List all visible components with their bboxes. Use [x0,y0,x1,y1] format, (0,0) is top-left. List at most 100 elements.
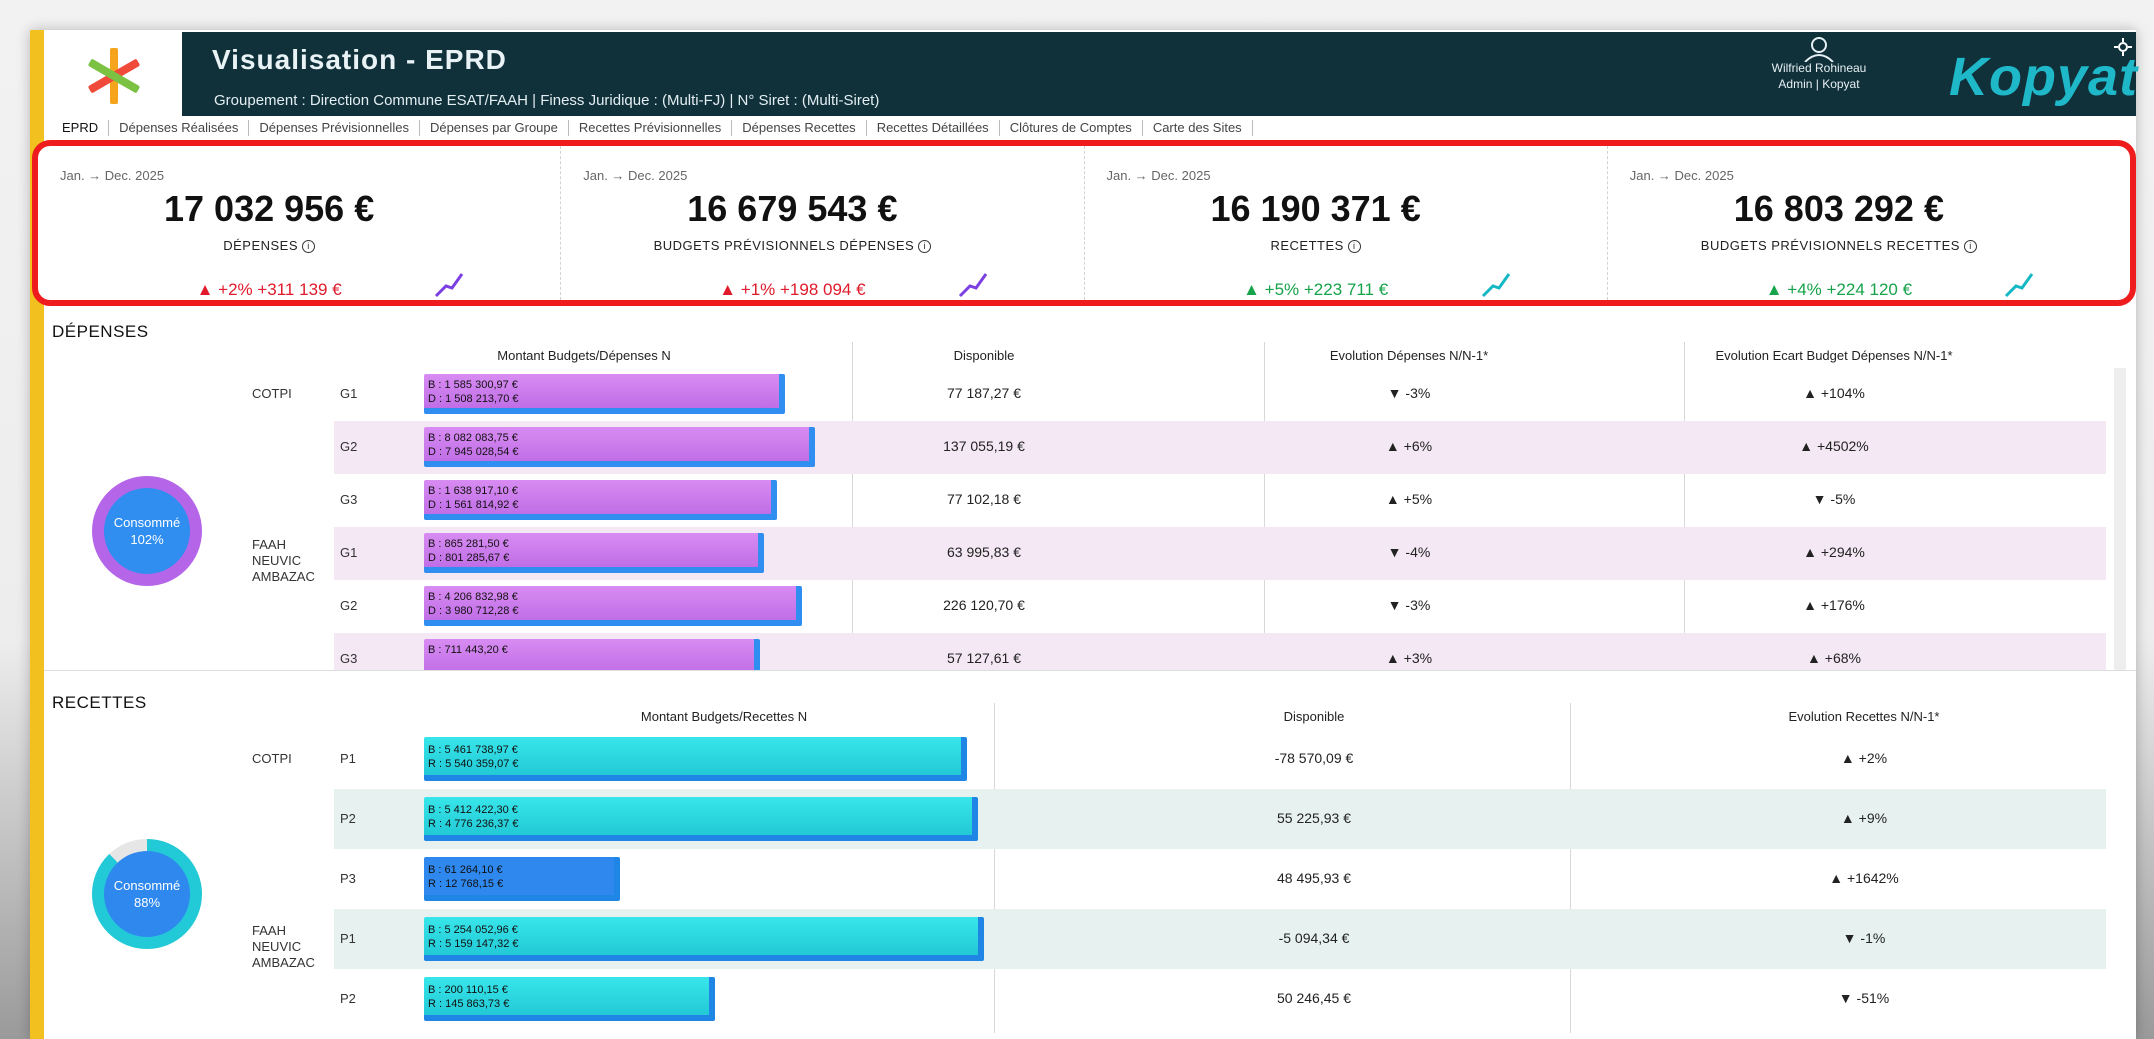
header-bar: Visualisation - EPRD Groupement : Direct… [44,32,2137,116]
evolution-text: +1642% [1846,870,1899,886]
bar-label: B : 1 638 917,10 € D : 1 561 814,92 € [428,484,519,512]
sparkline-icon [435,273,464,298]
evolution-text: +6% [1403,438,1433,454]
gauge-value: 88% [133,895,161,910]
arrow-up-icon: ▲ [1243,280,1265,299]
bar-label: B : 5 254 052,96 € R : 5 159 147,32 € [428,923,519,951]
ecart-text: +68% [1824,650,1861,666]
budget-amount: B : 711 443,20 € [428,644,508,656]
arrow-down-icon: ▼ [1838,990,1857,1006]
recette-amount: R : 145 863,73 € [428,998,510,1010]
row-code: G3 [340,651,358,666]
kpi-delta: ▲ +1% +198 094 € [561,280,1023,300]
user-info[interactable]: Wilfried Rohineau Admin | Kopyat [1734,60,1904,92]
tab-recettes-previsionnelles[interactable]: Recettes Prévisionnelles [569,120,733,136]
tab-carte-sites[interactable]: Carte des Sites [1143,120,1253,136]
disponible-value: 226 120,70 € [943,597,1025,613]
evolution-value: ▼ -3% [1244,385,1574,401]
vertical-scrollbar[interactable] [2114,368,2126,678]
info-icon[interactable]: i [1963,240,1977,254]
gear-icon[interactable] [2114,38,2132,56]
ecart-value: ▲ +4502% [1664,438,2004,454]
arrow-up-icon: ▲ [1840,750,1859,766]
ecart-value: ▲ +294% [1664,544,2004,560]
page-subtitle: Groupement : Direction Commune ESAT/FAAH… [214,92,880,109]
consumption-gauge: Consommé 102% [92,476,202,586]
kpi-label: BUDGETS PRÉVISIONNELS RECETTES i [1608,238,2070,254]
kpi-label-text: RECETTES [1270,238,1344,253]
arrow-up-icon: ▲ [1807,650,1825,666]
depenses-title: DÉPENSES [52,322,149,341]
logo-icon [88,48,140,104]
arrow-up-icon: ▲ [1803,385,1821,401]
kpi-value: 17 032 956 € [164,188,375,229]
kpi-label-text: BUDGETS PRÉVISIONNELS DÉPENSES [653,238,915,253]
disponible-value: 137 055,19 € [943,438,1025,454]
kpi-label-text: BUDGETS PRÉVISIONNELS RECETTES [1700,238,1960,253]
tab-depenses-groupe[interactable]: Dépenses par Groupe [420,120,569,136]
column-header: Evolution Dépenses N/N-1* [1329,348,1489,363]
row-code: P1 [340,931,356,946]
kpi-period: Jan. → Dec. 2025 [583,168,688,183]
arrow-down-icon: ▼ [1387,544,1406,560]
info-icon[interactable]: i [1347,240,1361,254]
ecart-value: ▼ -5% [1664,491,2004,507]
disponible-value: 77 187,27 € [947,385,1021,401]
evolution-text: -3% [1405,385,1431,401]
bar-label: B : 865 281,50 € D : 801 285,67 € [428,537,509,565]
tab-recettes-detaillees[interactable]: Recettes Détaillées [867,120,1000,136]
kpi-delta-text: +1% +198 094 € [740,280,866,299]
row-code: P1 [340,751,356,766]
kpi-period: Jan. → Dec. 2025 [1106,168,1211,183]
bar-label: B : 4 206 832,98 € D : 3 980 712,28 € [428,590,519,618]
evolution-value: ▼ -51% [1604,990,2124,1006]
recette-amount: R : 5 159 147,32 € [428,938,519,950]
evolution-text: -1% [1860,930,1886,946]
arrow-down-icon: ▼ [1387,385,1406,401]
tab-eprd[interactable]: EPRD [52,120,110,136]
disponible-value: 57 127,61 € [947,650,1021,666]
info-icon[interactable]: i [918,240,932,254]
tab-clotures[interactable]: Clôtures de Comptes [1000,120,1143,136]
row-code: G1 [340,386,358,401]
bar-label: B : 1 585 300,97 € D : 1 508 213,70 € [428,378,519,406]
recettes-title: RECETTES [52,693,147,712]
tab-depenses-previsionnelles[interactable]: Dépenses Prévisionnelles [249,120,420,136]
group-label: FAAH NEUVIC AMBAZAC [252,537,315,584]
evolution-text: +5% [1403,491,1433,507]
bar-label: B : 200 110,15 € R : 145 863,73 € [428,983,509,1011]
kpi-delta: ▲ +5% +223 711 € [1085,280,1547,300]
kpi-delta-text: +5% +223 711 € [1264,280,1389,299]
row-code: G3 [340,492,358,507]
ecart-text: +4502% [1816,438,1869,454]
info-icon[interactable]: i [302,240,316,254]
row-code: P2 [340,811,356,826]
kpi-card[interactable]: Jan. → Dec. 2025 16 803 292 € BUDGETS PRÉV… [1608,146,2130,300]
arrow-up-icon: ▲ [1385,491,1404,507]
evolution-value: ▼ -1% [1604,930,2124,946]
arrow-down-icon: ▼ [1842,930,1861,946]
kpi-card[interactable]: Jan. → Dec. 2025 16 190 371 € RECETTES i ▲ +… [1085,146,1608,300]
evolution-value: ▲ +5% [1244,491,1574,507]
kpi-card[interactable]: Jan. → Dec. 2025 17 032 956 € DÉPENSES i ▲ +… [38,146,562,300]
kpi-card[interactable]: Jan. → Dec. 2025 16 679 543 € BUDGETS PRÉV… [561,146,1085,300]
budget-amount: B : 5 412 422,30 € [428,804,518,816]
gauge-text: Consommé 88% [92,877,202,911]
budget-amount: B : 61 264,10 € [428,864,503,876]
bar-label: B : 5 461 738,97 € R : 5 540 359,07 € [428,743,519,771]
evolution-value: ▲ +1642% [1604,870,2124,886]
kpi-label-text: DÉPENSES [223,238,299,253]
arrow-up-icon: ▲ [1765,280,1788,299]
arrow-up-icon: ▲ [196,280,219,299]
user-icon[interactable] [1799,36,1839,62]
app-logo[interactable] [44,32,182,116]
tab-depenses-realisees[interactable]: Dépenses Réalisées [109,120,250,136]
tab-depenses-recettes[interactable]: Dépenses Recettes [732,120,867,136]
row-code: G2 [340,598,358,613]
ecart-value: ▲ +104% [1664,385,2004,401]
evolution-text: +9% [1858,810,1888,826]
budget-amount: B : 8 082 083,75 € [428,432,518,444]
evolution-text: +2% [1858,750,1888,766]
user-role: Admin | Kopyat [1778,77,1860,91]
kpi-delta: ▲ +4% +224 120 € [1608,280,2070,300]
